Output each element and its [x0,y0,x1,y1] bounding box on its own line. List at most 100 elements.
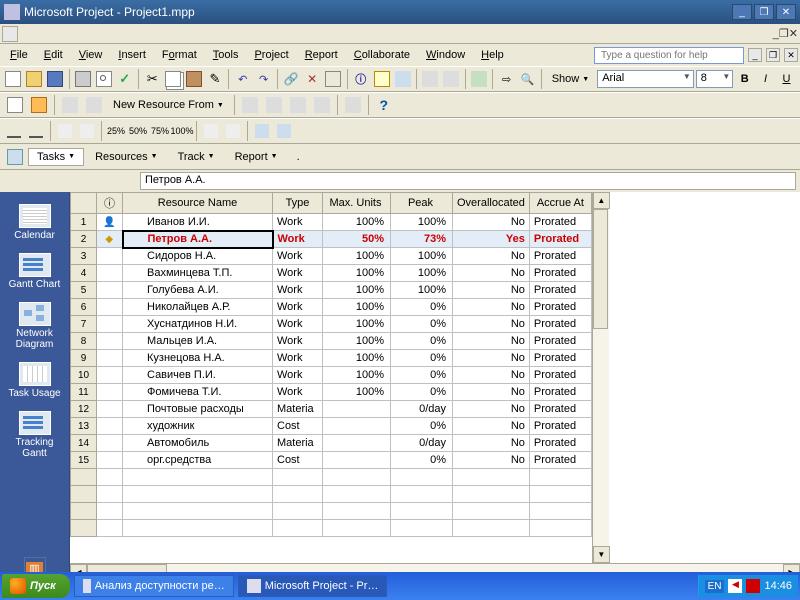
table-row[interactable] [71,486,592,503]
doc-close-button[interactable]: ✕ [789,27,798,40]
max-units-cell[interactable]: 100% [323,367,391,384]
table-row[interactable]: 9 Кузнецова Н.А. Work 100% 0% No Prorate… [71,350,592,367]
type-cell[interactable]: Materia [273,401,323,418]
goto-icon[interactable]: ⇨ [497,68,516,90]
menu-min[interactable]: _ [748,48,762,62]
accrue-cell[interactable]: Prorated [529,333,591,350]
view-calendar[interactable]: Calendar [5,200,65,245]
menu-tools[interactable]: Tools [205,47,247,63]
guide-icon[interactable] [4,146,26,168]
table-row[interactable]: 7 Хуснатдинов Н.И. Work 100% 0% No Prora… [71,316,592,333]
menu-help[interactable]: Help [473,47,512,63]
table-row[interactable]: 2 ◆ Петров А.А. Work 50% 73% Yes Prorate… [71,231,592,248]
docs-icon[interactable] [442,68,461,90]
tb-a6[interactable] [223,121,243,141]
publish-icon[interactable] [421,68,440,90]
bold-button[interactable]: B [735,68,754,90]
table-row[interactable]: 14 Автомобиль Materia 0/day No Prorated [71,435,592,452]
accrue-cell[interactable]: Prorated [529,282,591,299]
type-cell[interactable]: Cost [273,418,323,435]
link-icon[interactable]: 🔗 [282,68,301,90]
accrue-cell[interactable]: Prorated [529,316,591,333]
row-header[interactable]: 14 [71,435,97,452]
overallocated-cell[interactable]: No [453,384,530,401]
peak-cell[interactable]: 73% [391,231,453,248]
preview-icon[interactable] [94,68,113,90]
tb-r9[interactable] [342,94,364,116]
peak-cell[interactable]: 100% [391,248,453,265]
clock[interactable]: 14:46 [764,580,792,592]
view-gantt[interactable]: Gantt Chart [5,249,65,294]
max-units-cell[interactable]: 100% [323,248,391,265]
new-icon[interactable] [4,68,23,90]
resource-name-cell[interactable]: Почтовые расходы [123,401,273,418]
size-combo[interactable]: 8 [696,70,734,88]
view-network[interactable]: Network Diagram [5,298,65,354]
max-units-cell[interactable]: 100% [323,299,391,316]
print-icon[interactable] [73,68,92,90]
tb-a3[interactable] [55,121,75,141]
accrue-cell[interactable]: Prorated [529,418,591,435]
resource-name-cell[interactable]: художник [123,418,273,435]
start-button[interactable]: Пуск [2,574,70,598]
max-units-cell[interactable]: 100% [323,350,391,367]
type-cell[interactable]: Work [273,214,323,231]
tb-r6[interactable] [263,94,285,116]
type-cell[interactable]: Work [273,384,323,401]
paste-icon[interactable] [185,68,204,90]
table-row[interactable]: 3 Сидоров Н.А. Work 100% 100% No Prorate… [71,248,592,265]
cut-icon[interactable]: ✂ [143,68,162,90]
overallocated-cell[interactable]: No [453,367,530,384]
tb-r3[interactable] [59,94,81,116]
control-icon[interactable] [2,26,18,42]
resource-name-cell[interactable]: Хуснатдинов Н.И. [123,316,273,333]
menu-insert[interactable]: Insert [110,47,154,63]
row-header[interactable]: 12 [71,401,97,418]
minimize-button[interactable]: _ [732,4,752,20]
row-header[interactable]: 1 [71,214,97,231]
accrue-cell[interactable]: Prorated [529,401,591,418]
menu-format[interactable]: Format [154,47,205,63]
max-units-cell[interactable]: 100% [323,333,391,350]
max-units-cell[interactable]: 100% [323,265,391,282]
menu-edit[interactable]: Edit [36,47,71,63]
accrue-cell[interactable]: Prorated [529,384,591,401]
vertical-scrollbar[interactable]: ▲ ▼ [592,192,609,563]
row-header[interactable]: 3 [71,248,97,265]
peak-cell[interactable]: 0% [391,384,453,401]
tb-r7[interactable] [287,94,309,116]
copy-icon[interactable] [164,68,183,90]
max-units-cell[interactable]: 50% [323,231,391,248]
help-icon[interactable]: ? [373,94,395,116]
overallocated-cell[interactable]: No [453,265,530,282]
table-row[interactable] [71,520,592,537]
assign-icon[interactable] [393,68,412,90]
table-row[interactable]: 12 Почтовые расходы Materia 0/day No Pro… [71,401,592,418]
report-button[interactable]: Report▼ [226,148,287,166]
pct75-icon[interactable]: 75% [150,121,170,141]
overallocated-cell[interactable]: No [453,418,530,435]
table-row[interactable] [71,503,592,520]
group-icon[interactable] [469,68,488,90]
col-indicator[interactable]: ⓘ [97,193,123,214]
unlink-icon[interactable]: ✕ [303,68,322,90]
resource-name-cell[interactable]: Николайцев А.Р. [123,299,273,316]
col-resource[interactable]: Resource Name [123,193,273,214]
peak-cell[interactable]: 0/day [391,435,453,452]
save-icon[interactable] [46,68,65,90]
pct50-icon[interactable]: 50% [128,121,148,141]
menu-view[interactable]: View [71,47,111,63]
max-units-cell[interactable] [323,435,391,452]
table-row[interactable]: 8 Мальцев И.А. Work 100% 0% No Prorated [71,333,592,350]
resource-name-cell[interactable]: Савичев П.И. [123,367,273,384]
entry-bar[interactable]: Петров А.А. [140,172,796,190]
table-row[interactable]: 11 Фомичева Т.И. Work 100% 0% No Prorate… [71,384,592,401]
col-max[interactable]: Max. Units [323,193,391,214]
peak-cell[interactable]: 0% [391,299,453,316]
resource-name-cell[interactable]: Автомобиль [123,435,273,452]
kaspersky-icon[interactable] [746,579,760,593]
new-resource-from-button[interactable]: New Resource From ▼ [107,97,230,113]
type-cell[interactable]: Materia [273,435,323,452]
peak-cell[interactable]: 0/day [391,401,453,418]
peak-cell[interactable]: 0% [391,316,453,333]
